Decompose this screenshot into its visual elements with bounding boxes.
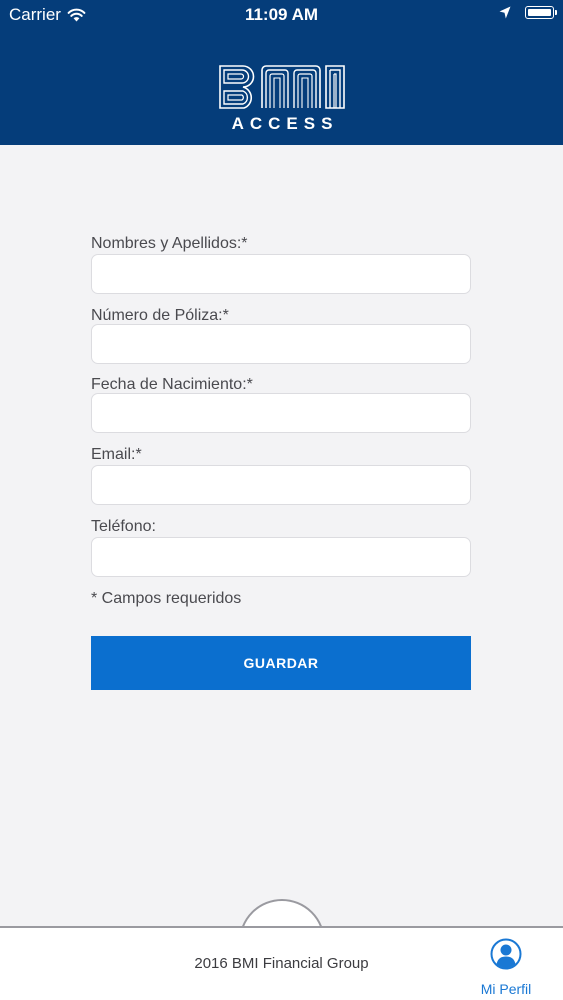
status-bar: Carrier 11:09 AM <box>0 0 563 30</box>
app-header: Carrier 11:09 AM ACCESS <box>0 0 563 145</box>
email-input[interactable] <box>91 465 471 505</box>
bmi-access-logo: ACCESS <box>218 64 346 134</box>
tab-bar-center-bump <box>239 899 325 929</box>
birth-date-label: Fecha de Nacimiento:* <box>91 376 253 393</box>
location-arrow-icon <box>499 6 511 19</box>
status-time: 11:09 AM <box>244 5 319 24</box>
user-profile-icon <box>490 938 522 970</box>
save-button[interactable]: GUARDAR <box>91 636 471 690</box>
battery-icon <box>525 6 557 19</box>
phone-input[interactable] <box>91 537 471 577</box>
full-name-label: Nombres y Apellidos:* <box>91 235 248 252</box>
policy-number-input[interactable] <box>91 324 471 364</box>
full-name-input[interactable] <box>91 254 471 294</box>
email-label: Email:* <box>91 446 142 463</box>
phone-label: Teléfono: <box>91 518 156 535</box>
birth-date-input[interactable] <box>91 393 471 433</box>
bmi-logo-mark <box>219 65 345 109</box>
logo-subtext: ACCESS <box>231 114 339 133</box>
tab-mi-perfil[interactable]: Mi Perfil <box>472 936 540 998</box>
required-fields-note: * Campos requeridos <box>91 590 242 607</box>
tab-mi-perfil-label: Mi Perfil <box>480 981 532 997</box>
status-right-icons <box>499 6 557 19</box>
policy-number-label: Número de Póliza:* <box>91 307 229 324</box>
